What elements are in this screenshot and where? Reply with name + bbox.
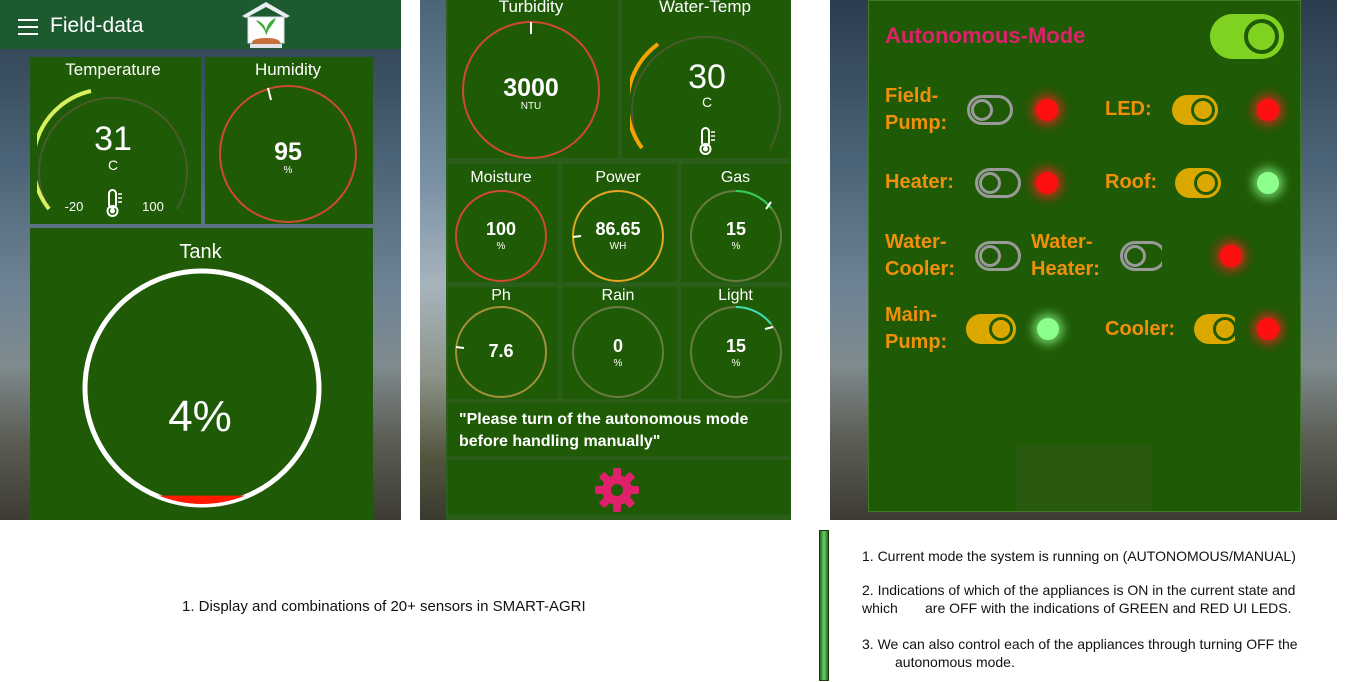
water-cooler-toggle[interactable] bbox=[975, 241, 1021, 271]
field-pump-led bbox=[1036, 99, 1058, 121]
temperature-max: 100 bbox=[142, 199, 164, 214]
caption-divider bbox=[819, 530, 829, 681]
led-label: LED: bbox=[1105, 98, 1152, 120]
caption-sensors: 1. Display and combinations of 20+ senso… bbox=[182, 598, 586, 615]
moisture-label: Moisture bbox=[470, 169, 532, 186]
humidity-label: Humidity bbox=[254, 60, 322, 79]
greenhouse-logo bbox=[238, 0, 294, 50]
temperature-label: Temperature bbox=[65, 60, 161, 79]
led-indicator bbox=[1257, 99, 1279, 121]
rain-value: 0 bbox=[612, 336, 623, 356]
heater-label: Heater: bbox=[885, 171, 954, 193]
light-label: Light bbox=[718, 287, 753, 304]
roof-toggle[interactable] bbox=[1175, 168, 1221, 198]
thermometer-icon bbox=[699, 127, 715, 155]
app-title: Field-data bbox=[50, 14, 144, 37]
humidity-value: 95 bbox=[274, 138, 302, 166]
main-pump-toggle[interactable] bbox=[966, 314, 1016, 344]
water-temp-unit: C bbox=[701, 94, 713, 110]
water-heater-label: Water- Heater: bbox=[1031, 231, 1100, 280]
power-label: Power bbox=[595, 169, 641, 186]
autonomous-notice: "Please turn of the autonomous mode befo… bbox=[459, 411, 749, 450]
autonomous-mode-toggle[interactable] bbox=[1210, 14, 1284, 59]
temperature-unit: C bbox=[107, 157, 119, 173]
main-pump-led bbox=[1037, 318, 1059, 340]
roof-label: Roof: bbox=[1105, 171, 1158, 193]
gear-icon[interactable] bbox=[594, 467, 640, 513]
caption-indications-1: 2. Indications of which of the appliance… bbox=[862, 582, 1296, 598]
temperature-value: 31 bbox=[94, 120, 132, 158]
rain-unit: % bbox=[613, 358, 623, 369]
menu-icon[interactable] bbox=[18, 19, 38, 35]
power-value: 86.65 bbox=[595, 219, 641, 239]
water-temp-value: 30 bbox=[688, 58, 726, 96]
water-cooler-label: Water- Cooler: bbox=[885, 231, 955, 280]
caption-indications-2: which are OFF with the indications of GR… bbox=[862, 600, 1292, 616]
ph-value: 7.6 bbox=[488, 341, 514, 361]
water-heater-toggle[interactable] bbox=[1120, 241, 1166, 271]
caption-control-2: autonomous mode. bbox=[895, 654, 1015, 670]
field-pump-label: Field- Pump: bbox=[885, 85, 948, 134]
tank-value: 4% bbox=[168, 392, 232, 441]
led-toggle[interactable] bbox=[1172, 95, 1218, 125]
empty-slot bbox=[1016, 445, 1152, 511]
moisture-value: 100 bbox=[485, 219, 517, 239]
caption-mode: 1. Current mode the system is running on… bbox=[862, 548, 1296, 564]
field-pump-toggle[interactable] bbox=[967, 95, 1013, 125]
heater-led bbox=[1036, 172, 1058, 194]
cooler-led bbox=[1257, 318, 1279, 340]
rain-label: Rain bbox=[601, 287, 635, 304]
humidity-unit: % bbox=[283, 165, 293, 176]
gas-value: 15 bbox=[725, 219, 747, 239]
temperature-min: -20 bbox=[64, 199, 84, 214]
moisture-unit: % bbox=[496, 241, 506, 252]
thermometer-icon bbox=[106, 189, 122, 217]
autonomous-mode-label: Autonomous-Mode bbox=[885, 23, 1086, 48]
main-pump-label: Main- Pump: bbox=[885, 304, 948, 353]
turbidity-value: 3000 bbox=[503, 74, 559, 102]
ph-label: Ph bbox=[491, 287, 511, 304]
cooler-toggle[interactable] bbox=[1194, 314, 1240, 344]
roof-led bbox=[1257, 172, 1279, 194]
gas-unit: % bbox=[731, 241, 741, 252]
turbidity-unit: NTU bbox=[520, 101, 542, 112]
power-unit: WH bbox=[609, 241, 627, 252]
gas-label: Gas bbox=[720, 169, 751, 186]
cooler-label: Cooler: bbox=[1105, 318, 1175, 340]
water-heater-led bbox=[1220, 245, 1242, 267]
tank-label: Tank bbox=[179, 241, 222, 263]
heater-toggle[interactable] bbox=[975, 168, 1021, 198]
turbidity-label: Turbidity bbox=[498, 0, 564, 16]
tank-gauge bbox=[82, 268, 322, 508]
tank-fill bbox=[86, 495, 318, 504]
screen-field-data: Field-data Temperature 31 C -20 100 Humi… bbox=[0, 0, 401, 520]
caption-control-1: 3. We can also control each of the appli… bbox=[862, 636, 1298, 652]
light-value: 15 bbox=[725, 336, 747, 356]
light-unit: % bbox=[731, 358, 741, 369]
